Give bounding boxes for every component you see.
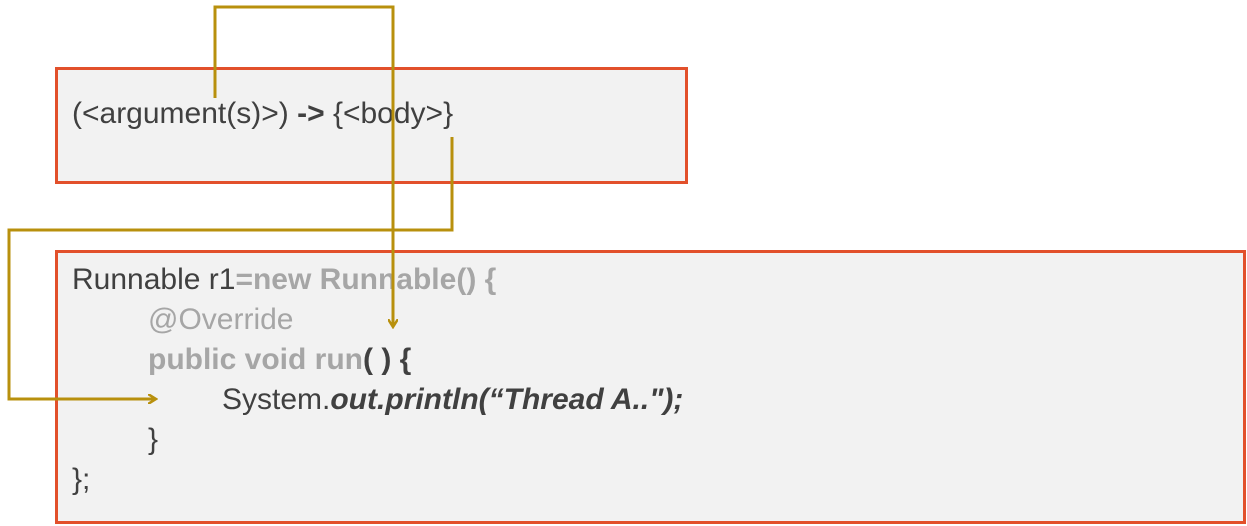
body-connector-arrow <box>7 137 454 399</box>
connector-arrows <box>7 5 454 526</box>
arguments-connector-arrow <box>213 5 393 326</box>
